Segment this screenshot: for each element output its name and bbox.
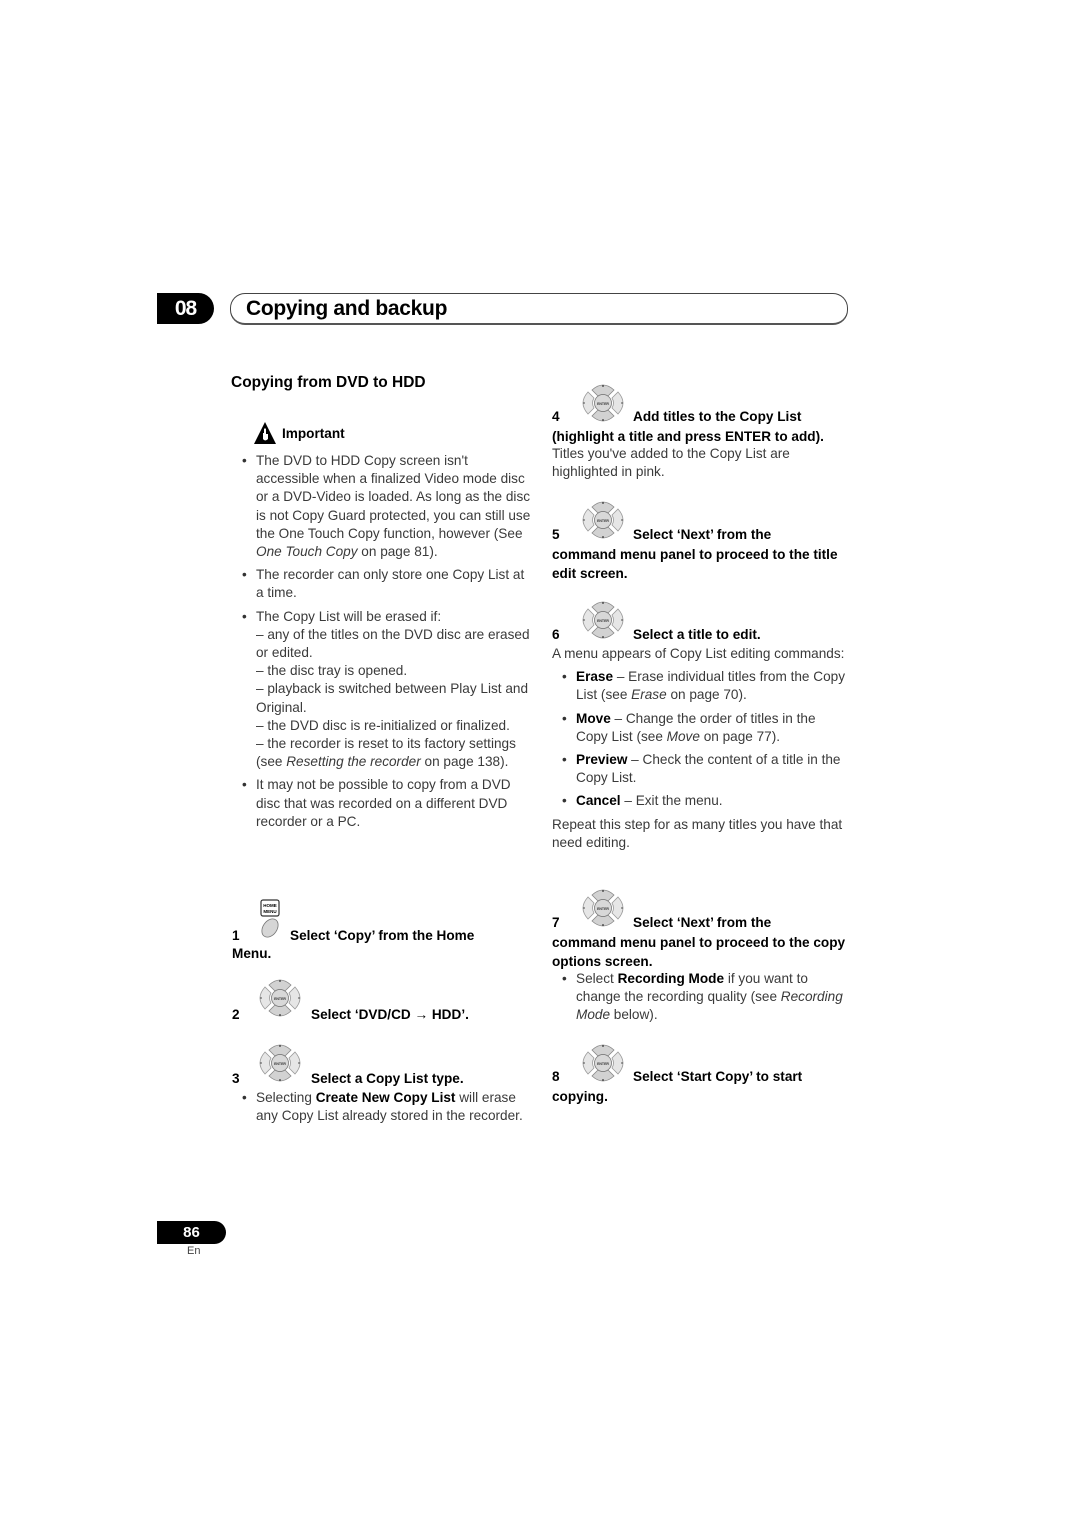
section-title: Copying from DVD to HDD <box>231 374 426 391</box>
svg-text:MENU: MENU <box>263 909 276 914</box>
step-3-number: 3 <box>232 1071 240 1086</box>
step-6-body: A menu appears of Copy List editing comm… <box>552 645 847 852</box>
important-bullet-3: The Copy List will be erased if: – any o… <box>232 608 532 772</box>
step-7-note: Select Recording Mode if you want to cha… <box>552 970 847 1025</box>
dpad-enter-icon <box>582 384 624 422</box>
important-warning-icon <box>253 421 277 445</box>
step-5-number: 5 <box>552 527 560 542</box>
command-erase: Erase – Erase individual titles from the… <box>552 668 847 704</box>
step-6-title: Select a title to edit. <box>633 627 761 642</box>
step-4-title-cont: (highlight a title and press ENTER to ad… <box>552 429 824 444</box>
home-menu-button-icon: HOME MENU <box>260 899 280 938</box>
language-label: En <box>187 1245 201 1257</box>
svg-text:HOME: HOME <box>263 903 277 908</box>
step-3-note: Selecting Create New Copy List will eras… <box>232 1089 532 1125</box>
step-6-number: 6 <box>552 627 560 642</box>
step-2-title: Select ‘DVD/CD → HDD’. <box>311 1007 469 1022</box>
step-2-number: 2 <box>232 1007 240 1022</box>
step-8-title: Select ‘Start Copy’ to start <box>633 1069 803 1084</box>
command-cancel: Cancel – Exit the menu. <box>552 792 847 810</box>
step-8-number: 8 <box>552 1069 560 1084</box>
step-1-title: Select ‘Copy’ from the Home <box>290 928 475 943</box>
step-3-title: Select a Copy List type. <box>311 1071 464 1086</box>
important-label: Important <box>282 426 345 441</box>
page-number: 86 <box>157 1221 226 1244</box>
step-4-body: Titles you've added to the Copy List are… <box>552 446 790 480</box>
step-7-title-cont: command menu panel to proceed to the cop… <box>552 935 846 969</box>
step-7-number: 7 <box>552 915 560 930</box>
important-list: The DVD to HDD Copy screen isn't accessi… <box>232 452 532 831</box>
command-preview: Preview – Check the content of a title i… <box>552 751 847 787</box>
step-8-title-cont: copying. <box>552 1089 608 1104</box>
dpad-enter-icon <box>582 501 624 539</box>
chapter-title: Copying and backup <box>246 297 448 320</box>
dpad-enter-icon <box>259 979 301 1017</box>
step-4-title: Add titles to the Copy List <box>633 409 802 424</box>
chapter-number: 08 <box>157 293 214 324</box>
dpad-enter-icon <box>582 1044 624 1082</box>
step-5-title-cont: command menu panel to proceed to the tit… <box>552 547 838 581</box>
step-1-title-cont: Menu. <box>232 946 272 961</box>
step-4-number: 4 <box>552 409 560 424</box>
dpad-enter-icon <box>259 1044 301 1082</box>
step-5-title: Select ‘Next’ from the <box>633 527 772 542</box>
step-1-number: 1 <box>232 928 240 943</box>
dpad-enter-icon <box>582 601 624 639</box>
command-move: Move – Change the order of titles in the… <box>552 710 847 746</box>
important-bullet-2: The recorder can only store one Copy Lis… <box>232 566 532 602</box>
important-bullet-1: The DVD to HDD Copy screen isn't accessi… <box>232 452 532 561</box>
dpad-enter-icon <box>582 889 624 927</box>
important-bullet-4: It may not be possible to copy from a DV… <box>232 776 532 831</box>
step-7-title: Select ‘Next’ from the <box>633 915 772 930</box>
